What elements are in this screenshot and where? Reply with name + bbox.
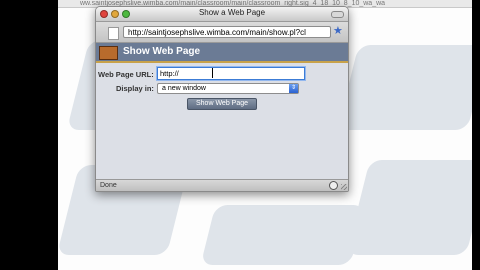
url-label: Web Page URL: [98, 70, 154, 79]
close-window-button[interactable] [100, 10, 108, 18]
wimba-logo-icon [99, 46, 118, 60]
display-select-value: a new window [162, 85, 206, 92]
minimize-window-button[interactable] [111, 10, 119, 18]
page-icon [108, 27, 119, 40]
url-input[interactable]: http:// [157, 67, 305, 80]
window-title: Show a Web Page [198, 8, 266, 17]
right-letterbox [472, 0, 480, 270]
background-decoration [337, 45, 472, 130]
page-title: Show Web Page [123, 46, 201, 57]
display-label: Display in: [116, 84, 154, 93]
zoom-window-button[interactable] [122, 10, 130, 18]
left-letterbox [0, 0, 58, 270]
background-decoration [346, 160, 472, 255]
background-decoration [200, 205, 366, 265]
show-web-page-button[interactable]: Show Web Page [187, 98, 257, 110]
address-field[interactable]: http://saintjosephslive.wimba.com/main/s… [123, 26, 331, 38]
chevron-updown-icon: ⇕ [289, 84, 298, 93]
display-select[interactable]: a new window ⇕ [157, 83, 299, 94]
form-area: Web Page URL: http:// Display in: a new … [96, 63, 348, 179]
title-bar[interactable]: Show a Web Page [96, 7, 348, 22]
status-text: Done [100, 182, 117, 189]
popup-window: Show a Web Page http://saintjosephslive.… [95, 6, 349, 192]
toolbar-toggle-button[interactable] [331, 11, 344, 18]
text-cursor-icon [212, 68, 213, 78]
bookmark-star-icon[interactable]: ★ [333, 25, 343, 38]
page-banner: Show Web Page [96, 43, 348, 63]
address-toolbar: http://saintjosephslive.wimba.com/main/s… [96, 22, 348, 43]
status-bar: Done [96, 179, 348, 191]
resize-grip-icon[interactable] [341, 184, 347, 190]
security-status-icon[interactable] [329, 181, 338, 190]
